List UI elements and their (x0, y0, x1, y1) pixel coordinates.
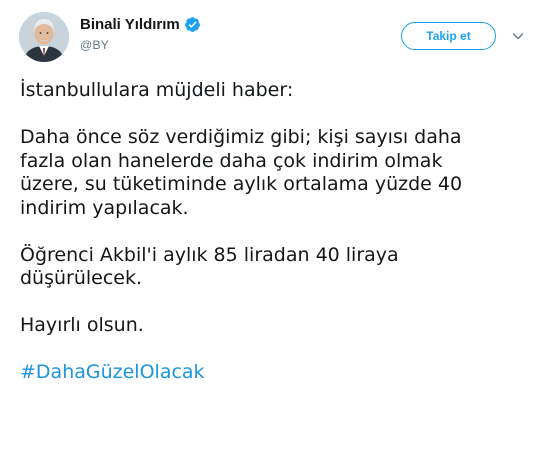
tweet-line: İstanbullulara müjdeli haber: (20, 79, 294, 101)
tweet-paragraph: #DahaGüzelOlacak (20, 361, 540, 385)
tweet-line: üzere, su tüketiminde aylık ortalama yüz… (20, 173, 463, 195)
chevron-down-icon[interactable] (510, 28, 526, 44)
follow-button[interactable]: Takip et (401, 22, 496, 50)
tweet-paragraph: İstanbullulara müjdeli haber: (20, 79, 540, 103)
tweet-line: Öğrenci Akbil'i aylık 85 liradan 40 lira… (20, 243, 399, 266)
author-name-row: Binali Yıldırım (80, 16, 201, 33)
tweet-line: indirim yapılacak. (20, 196, 189, 219)
tweet-card: Binali Yıldırım @BY Takip et İstanbullul… (0, 0, 550, 456)
profile-avatar[interactable] (19, 12, 69, 62)
tweet-line: düşürülecek. (20, 267, 143, 289)
tweet-paragraph: Öğrenci Akbil'i aylık 85 liradan 40 lira… (20, 244, 540, 291)
hashtag-link[interactable]: #DahaGüzelOlacak (20, 361, 205, 383)
tweet-line: Daha önce söz verdiğimiz gibi; kişi sayı… (20, 126, 462, 148)
author-handle[interactable]: @BY (80, 38, 109, 52)
tweet-paragraph: Daha önce söz verdiğimiz gibi; kişi sayı… (20, 126, 540, 220)
tweet-line: Hayırlı olsun. (20, 314, 144, 336)
tweet-paragraph: Hayırlı olsun. (20, 314, 540, 338)
tweet-text: İstanbullulara müjdeli haber: Daha önce … (20, 79, 540, 385)
verified-badge-icon (184, 16, 201, 33)
tweet-line: fazla olan hanelerde daha çok indirim ol… (20, 149, 443, 172)
author-display-name[interactable]: Binali Yıldırım (80, 16, 180, 33)
